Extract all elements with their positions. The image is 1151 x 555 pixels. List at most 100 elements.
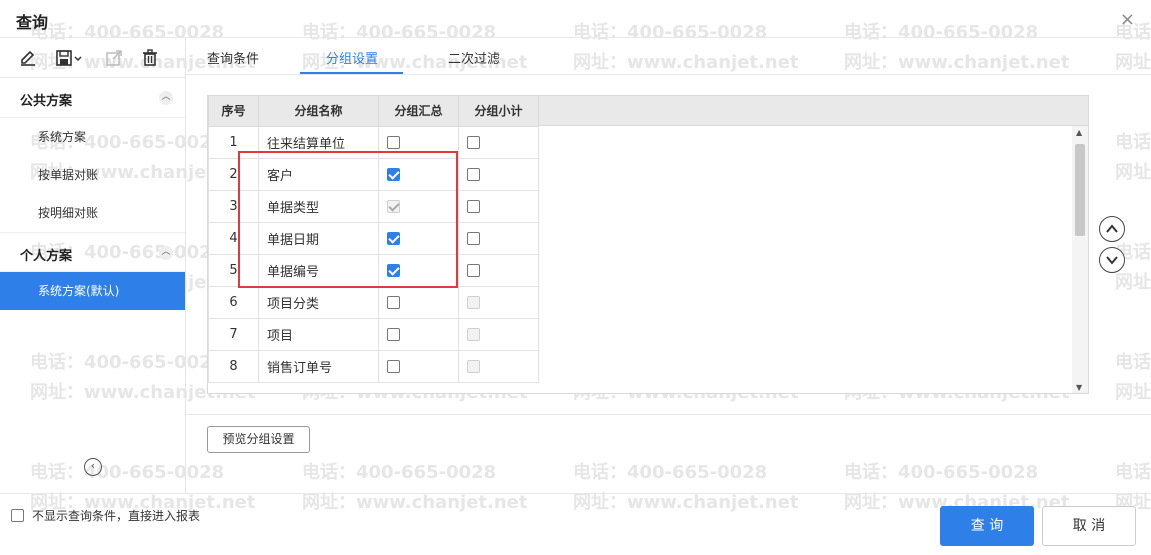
table-row[interactable]: 1 往来结算单位 [208,125,539,159]
dialog-titlebar: 查询 × [0,0,1151,38]
group-subtotal-checkbox[interactable] [467,135,480,149]
tab-group-settings[interactable]: 分组设置 [326,48,378,67]
grid-scrollbar[interactable]: ▲ ▼ [1072,126,1088,393]
group-summary-checkbox[interactable] [387,295,400,309]
group-subtotal-cell [458,349,539,383]
group-summary-checkbox[interactable] [387,231,400,245]
row-number: 7 [208,317,259,351]
group-summary-checkbox [387,199,400,213]
group-summary-cell [378,253,459,287]
group-name: 销售订单号 [258,349,379,383]
table-row[interactable]: 6 项目分类 [208,285,539,319]
sidebar-item-system-scheme[interactable]: 系统方案 [0,118,185,156]
move-down-button[interactable] [1099,247,1125,273]
group-subtotal-cell [458,125,539,159]
group-subtotal-checkbox[interactable] [467,263,480,277]
dialog-title: 查询 [16,13,49,32]
table-row[interactable]: 8 销售订单号 [208,349,539,383]
skip-query-checkbox[interactable] [11,509,24,522]
scrollbar-thumb[interactable] [1075,144,1085,236]
row-number: 1 [208,125,259,159]
public-scheme-title: 公共方案 [20,94,73,109]
group-subtotal-checkbox[interactable] [467,231,480,245]
group-summary-checkbox[interactable] [387,359,400,373]
watermark-site: 网址：www.chanjet.net [1115,382,1151,403]
table-row[interactable]: 4 单据日期 [208,221,539,255]
group-summary-checkbox[interactable] [387,167,400,181]
watermark-phone: 电话：400-665-0028 [1115,462,1151,483]
group-name: 客户 [258,157,379,191]
group-summary-cell [378,349,459,383]
preview-group-settings-button[interactable]: 预览分组设置 [207,426,310,453]
group-subtotal-checkbox [467,295,480,309]
header-no[interactable]: 序号 [208,96,259,127]
save-icon[interactable] [55,48,85,68]
delete-icon[interactable] [140,48,160,68]
tab-secondary-filter[interactable]: 二次过滤 [448,48,500,67]
scheme-sidebar: 公共方案 ︿ 系统方案 按单据对账 按明细对账 个人方案 ︿ 系统方案(默认) … [0,38,186,493]
chevron-up-icon[interactable]: ︿ [159,91,173,105]
watermark-site: 网址：www.chanjet.net [1115,162,1151,183]
header-group-summary[interactable]: 分组汇总 [378,96,459,127]
group-summary-checkbox[interactable] [387,327,400,341]
table-header-row: 序号 分组名称 分组汇总 分组小计 [208,96,539,127]
group-subtotal-cell [458,221,539,255]
scroll-down-arrow-icon[interactable]: ▼ [1076,383,1082,392]
group-subtotal-checkbox[interactable] [467,167,480,181]
group-name: 项目 [258,317,379,351]
row-number: 5 [208,253,259,287]
group-name: 单据日期 [258,221,379,255]
group-table: 序号 分组名称 分组汇总 分组小计 1 往来结算单位 2 客户 3 单据类型 4 单据日期 5 单… [208,96,539,383]
query-button[interactable]: 查 询 [940,506,1034,546]
table-row[interactable]: 2 客户 [208,157,539,191]
group-name: 单据编号 [258,253,379,287]
edit-icon[interactable] [18,48,38,68]
table-body: 1 往来结算单位 2 客户 3 单据类型 4 单据日期 5 单据编号 6 项目分类 7 项目 8 销售订单号 [208,125,539,383]
public-scheme-group[interactable]: 公共方案 ︿ [0,78,185,118]
watermark-site: 网址：www.chanjet.net [1115,272,1151,293]
scroll-up-arrow-icon[interactable]: ▲ [1076,128,1082,137]
row-number: 2 [208,157,259,191]
row-number: 6 [208,285,259,319]
export-icon[interactable] [104,48,124,68]
group-subtotal-cell [458,157,539,191]
group-subtotal-checkbox[interactable] [467,199,480,213]
group-name: 项目分类 [258,285,379,319]
table-row[interactable]: 7 项目 [208,317,539,351]
row-number: 4 [208,221,259,255]
group-summary-checkbox[interactable] [387,263,400,277]
group-settings-grid: 序号 分组名称 分组汇总 分组小计 1 往来结算单位 2 客户 3 单据类型 4 单据日期 5 单… [207,95,1089,394]
sidebar-item-by-document[interactable]: 按单据对账 [0,156,185,194]
row-number: 3 [208,189,259,223]
group-summary-cell [378,157,459,191]
divider [186,414,1151,415]
group-subtotal-cell [458,253,539,287]
skip-query-label: 不显示查询条件，直接进入报表 [32,509,201,523]
group-subtotal-cell [458,189,539,223]
group-subtotal-checkbox [467,327,480,341]
tab-query-conditions[interactable]: 查询条件 [207,48,259,67]
chevron-up-icon[interactable]: ︿ [159,246,173,260]
header-group-subtotal[interactable]: 分组小计 [458,96,539,127]
sidebar-item-system-scheme-default[interactable]: 系统方案(默认) [0,272,185,310]
grid-header-filler [538,96,1088,126]
header-group-name[interactable]: 分组名称 [258,96,379,127]
cancel-button[interactable]: 取 消 [1042,506,1136,546]
watermark-phone: 电话：400-665-0028 [302,462,497,483]
group-summary-cell [378,221,459,255]
table-row[interactable]: 3 单据类型 [208,189,539,223]
sidebar-item-by-detail[interactable]: 按明细对账 [0,194,185,232]
close-icon[interactable]: × [1120,9,1135,30]
move-up-button[interactable] [1099,216,1125,242]
group-summary-cell [378,125,459,159]
watermark-phone: 电话：400-665-0028 [844,462,1039,483]
scheme-toolbar [0,38,185,78]
personal-scheme-group[interactable]: 个人方案 ︿ [0,232,185,272]
active-tab-indicator [300,72,403,74]
collapse-sidebar-icon[interactable]: ‹ [84,458,102,476]
group-name: 往来结算单位 [258,125,379,159]
group-summary-cell [378,285,459,319]
table-row[interactable]: 5 单据编号 [208,253,539,287]
tab-bar: 查询条件 分组设置 二次过滤 [186,38,1151,75]
group-summary-checkbox[interactable] [387,135,400,149]
